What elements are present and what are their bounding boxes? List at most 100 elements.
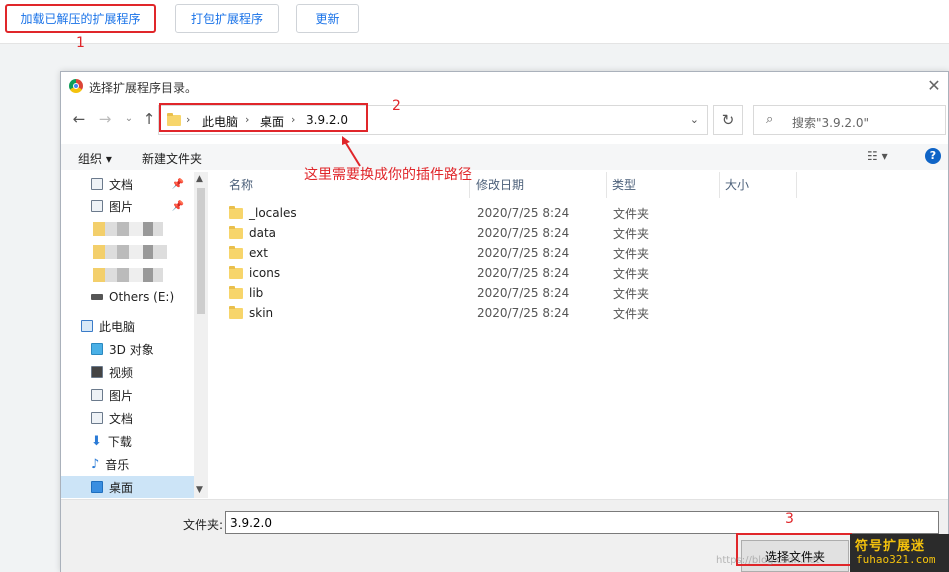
file-type: 文件夹 [612,306,649,321]
breadcrumb-desktop[interactable]: 桌面 [260,113,284,130]
organize-menu[interactable]: 组织 ▾ [78,150,112,167]
folder-icon [229,205,243,219]
dialog-title: 选择扩展程序目录。 [89,81,198,95]
folder-picker-dialog: 选择扩展程序目录。 ✕ ← → ⌄ ↑ › 此电脑 › 桌面 › 3.9.2.0… [60,71,949,572]
pin-icon: 📌 [171,200,184,212]
watermark-title: 符号扩展迷 [855,539,926,554]
breadcrumb-this-pc[interactable]: 此电脑 [202,113,238,130]
file-type: 文件夹 [612,286,649,301]
file-row[interactable]: ext 2020/7/25 8:24 文件夹 [229,243,649,263]
nav-label: Others (E:) [109,290,175,304]
refresh-icon[interactable]: ↻ [713,105,743,135]
column-name[interactable]: 名称 [229,176,253,193]
file-type: 文件夹 [612,226,649,241]
file-row[interactable]: lib 2020/7/25 8:24 文件夹 [229,283,649,303]
search-icon: ⌕ [766,112,774,127]
nav-item-documents[interactable]: 文档 [79,407,204,429]
download-icon: ⬇ [91,433,102,449]
scroll-up-icon[interactable]: ▲ [196,174,203,184]
nav-label: 此电脑 [99,319,136,334]
file-type: 文件夹 [612,266,649,281]
column-size[interactable]: 大小 [725,176,749,193]
nav-scrollbar[interactable]: ▲ ▼ [194,172,208,498]
folder-icon [229,305,243,319]
file-row[interactable]: _locales 2020/7/25 8:24 文件夹 [229,203,649,223]
3d-objects-icon [91,343,103,355]
nav-label: 图片 [109,388,134,403]
filename-field[interactable] [225,511,939,534]
nav-item-music[interactable]: ♪ 音乐 [79,453,204,475]
redacted-item [93,245,167,259]
watermark-url: fuhao321.com [856,553,936,566]
folder-icon [229,285,243,299]
file-list[interactable]: 名称 修改日期 类型 大小 _locales 2020/7/25 8:24 文件… [211,172,946,498]
annotation-step-3: 3 [785,511,794,527]
video-icon [91,366,103,378]
scrollbar-thumb[interactable] [197,188,205,314]
pack-extension-button[interactable]: 打包扩展程序 [175,4,279,33]
nav-item-desktop[interactable]: 桌面 [61,476,194,498]
search-input[interactable]: ⌕ 搜索"3.9.2.0" [753,105,946,135]
document-icon [91,178,103,190]
file-row[interactable]: data 2020/7/25 8:24 文件夹 [229,223,649,243]
file-date: 2020/7/25 8:24 [476,266,570,280]
new-folder-button[interactable]: 新建文件夹 [142,150,202,167]
back-arrow-icon[interactable]: ← [69,109,89,129]
update-button[interactable]: 更新 [296,4,359,33]
command-bar: 组织 ▾ 新建文件夹 ☷ ▾ ? [61,144,948,170]
nav-item-downloads[interactable]: ⬇ 下载 [79,430,204,452]
file-type: 文件夹 [612,206,649,221]
annotation-note: 这里需要换成你的插件路径 [304,167,472,183]
search-placeholder: 搜索"3.9.2.0" [792,116,870,130]
file-date: 2020/7/25 8:24 [476,246,570,260]
nav-label: 音乐 [105,457,130,472]
file-name: _locales [249,206,297,220]
chevron-down-icon[interactable]: ⌄ [690,113,699,126]
background-watermark: https://blog.csdn.net [716,555,820,566]
file-row[interactable]: icons 2020/7/25 8:24 文件夹 [229,263,649,283]
navigation-pane[interactable]: 文档 📌 图片 📌 Others (E:) 此电脑 3D 对象 视频 图片 文档… [61,172,209,498]
nav-item-quick-documents[interactable]: 文档 📌 [79,173,204,195]
view-options-icon[interactable]: ☷ ▾ [867,149,888,163]
file-row[interactable]: skin 2020/7/25 8:24 文件夹 [229,303,649,323]
load-unpacked-button[interactable]: 加载已解压的扩展程序 [5,4,156,33]
nav-label: 桌面 [109,480,134,495]
folder-icon [229,265,243,279]
column-date[interactable]: 修改日期 [476,176,524,193]
column-divider [719,172,720,198]
nav-item-pictures[interactable]: 图片 [79,384,204,406]
scroll-down-icon[interactable]: ▼ [196,485,203,495]
up-arrow-icon[interactable]: ↑ [139,109,159,129]
extensions-toolbar: 加载已解压的扩展程序 打包扩展程序 更新 [0,0,949,44]
file-date: 2020/7/25 8:24 [476,206,570,220]
redacted-item [93,268,163,282]
close-icon[interactable]: ✕ [924,76,944,96]
column-divider [796,172,797,198]
nav-item-quick-pictures[interactable]: 图片 📌 [79,195,204,217]
computer-icon [81,320,93,332]
breadcrumb-folder[interactable]: 3.9.2.0 [306,113,348,127]
nav-label: 文档 [109,411,134,426]
folder-icon [229,225,243,239]
nav-item-videos[interactable]: 视频 [79,361,204,383]
filename-label: 文件夹: [183,518,224,532]
file-date: 2020/7/25 8:24 [476,286,570,300]
music-icon: ♪ [91,456,100,472]
nav-item-3d-objects[interactable]: 3D 对象 [79,338,204,360]
nav-item-drive-e[interactable]: Others (E:) [79,286,204,308]
forward-arrow-icon[interactable]: → [95,109,115,129]
column-type[interactable]: 类型 [612,176,636,193]
file-name: data [249,226,277,240]
file-name: lib [249,286,264,300]
drive-icon [91,294,103,300]
recent-chevron-icon[interactable]: ⌄ [119,109,139,129]
chevron-right-icon: › [291,113,296,126]
address-bar[interactable]: › 此电脑 › 桌面 › 3.9.2.0 ⌄ [158,105,708,135]
redacted-item [93,222,163,236]
nav-item-this-pc[interactable]: 此电脑 [69,315,194,337]
nav-label: 下载 [107,434,132,449]
pin-icon: 📌 [171,178,184,190]
help-icon[interactable]: ? [925,148,941,164]
nav-label: 视频 [109,365,134,380]
nav-label: 图片 [109,199,134,214]
